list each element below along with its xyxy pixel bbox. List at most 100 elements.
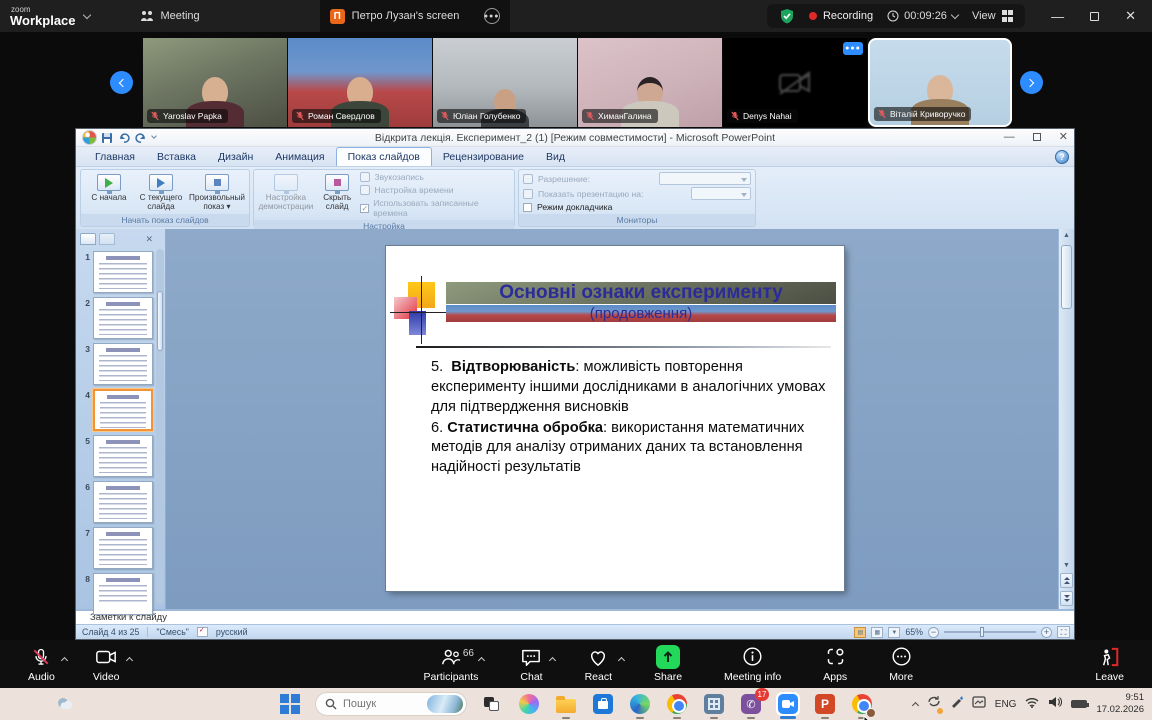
- participant-tile[interactable]: Yaroslav Papka: [143, 38, 287, 127]
- minimize-button[interactable]: —: [1051, 9, 1064, 24]
- wifi-icon[interactable]: [1025, 695, 1039, 713]
- zoom-in-button[interactable]: +: [1041, 627, 1052, 638]
- tab-vid[interactable]: Вид: [535, 148, 576, 166]
- resolution-dropdown[interactable]: [659, 172, 751, 185]
- microsoft-store-button[interactable]: [591, 692, 615, 716]
- start-button[interactable]: [278, 692, 302, 716]
- powerpoint-button[interactable]: P: [813, 692, 837, 716]
- slide-thumbnail[interactable]: 2: [80, 297, 155, 339]
- edge-button[interactable]: [628, 692, 652, 716]
- scrollbar-thumb[interactable]: [1061, 245, 1072, 309]
- participant-tile[interactable]: ХиманГалина: [578, 38, 722, 127]
- apps-button[interactable]: Apps: [817, 646, 853, 683]
- tray-expand-icon[interactable]: [912, 702, 919, 709]
- participants-options-chevron[interactable]: [479, 654, 484, 666]
- setup-show-button[interactable]: Настройка демонстрации: [258, 172, 314, 218]
- react-options-chevron[interactable]: [619, 654, 624, 666]
- zoom-workplace-menu[interactable]: zoom Workplace: [10, 6, 90, 27]
- from-current-slide-button[interactable]: С текущего слайда: [137, 172, 185, 212]
- language-label[interactable]: русский: [216, 627, 248, 637]
- ppt-close-button[interactable]: ✕: [1059, 130, 1068, 143]
- presenter-view-checkbox[interactable]: Режим докладчика: [523, 202, 751, 212]
- tray-clock[interactable]: 9:51 17.02.2026: [1096, 692, 1144, 716]
- hide-slide-button[interactable]: Скрыть слайд: [318, 172, 357, 218]
- copilot-button[interactable]: [517, 692, 541, 716]
- slideshow-view-button[interactable]: ▼: [888, 627, 900, 638]
- participant-tile[interactable]: Віталій Криворучко: [868, 38, 1012, 127]
- rehearse-timings-button[interactable]: Настройка времени: [360, 185, 510, 195]
- zoom-slider-thumb[interactable]: [980, 627, 984, 637]
- participant-tile[interactable]: ●●● Denys Nahai: [723, 38, 867, 127]
- slide-thumbnail[interactable]: 1: [80, 251, 155, 293]
- chat-button[interactable]: Chat: [514, 646, 548, 683]
- strip-next-button[interactable]: [1020, 71, 1043, 94]
- language-indicator[interactable]: ENG: [995, 699, 1017, 710]
- chat-options-chevron[interactable]: [550, 654, 555, 666]
- panel-scrollbar[interactable]: [156, 249, 164, 605]
- slides-tab-icon[interactable]: [80, 233, 96, 245]
- next-slide-button[interactable]: [1060, 591, 1073, 606]
- close-button[interactable]: ✕: [1125, 8, 1136, 24]
- chrome-profile-button[interactable]: [850, 692, 874, 716]
- file-explorer-button[interactable]: [554, 692, 578, 716]
- taskbar-search[interactable]: [315, 692, 467, 716]
- vertical-scrollbar[interactable]: ▲ ▼: [1058, 229, 1074, 609]
- video-button[interactable]: Video: [87, 646, 126, 683]
- meeting-timer[interactable]: 00:09:26: [887, 10, 958, 22]
- panel-close-icon[interactable]: ✕: [145, 234, 153, 245]
- participants-button[interactable]: 66 Participants: [418, 646, 485, 683]
- more-button[interactable]: More: [883, 646, 919, 683]
- tab-animaciya[interactable]: Анимация: [264, 148, 335, 166]
- slide-thumbnail-selected[interactable]: 4: [80, 389, 155, 431]
- participant-tile[interactable]: Роман Свердлов: [288, 38, 432, 127]
- tab-vstavka[interactable]: Вставка: [146, 148, 207, 166]
- pen-input-icon[interactable]: [950, 695, 963, 713]
- tile-more-badge[interactable]: ●●●: [843, 42, 863, 55]
- maximize-button[interactable]: [1090, 12, 1099, 21]
- viber-button[interactable]: ✆17: [739, 692, 763, 716]
- zoom-slider[interactable]: [944, 631, 1036, 633]
- ppt-maximize-button[interactable]: [1033, 133, 1041, 141]
- volume-icon[interactable]: [1048, 695, 1062, 713]
- zoom-level-label[interactable]: 65%: [905, 627, 923, 637]
- battery-icon[interactable]: [1071, 700, 1087, 708]
- sync-icon[interactable]: [927, 695, 941, 713]
- zoom-out-button[interactable]: −: [928, 627, 939, 638]
- share-button[interactable]: Share: [648, 646, 688, 683]
- show-on-dropdown[interactable]: [691, 187, 751, 200]
- tab-options-icon[interactable]: ●●●: [484, 8, 500, 24]
- security-shield-icon[interactable]: [779, 8, 795, 24]
- slide-thumbnail[interactable]: 5: [80, 435, 155, 477]
- audio-button[interactable]: Audio: [22, 646, 61, 683]
- video-options-chevron[interactable]: [127, 654, 132, 666]
- meeting-info-button[interactable]: Meeting info: [718, 646, 787, 683]
- help-button[interactable]: ?: [1055, 150, 1069, 164]
- leave-button[interactable]: Leave: [1089, 646, 1130, 683]
- custom-show-button[interactable]: Произвольный показ ▾: [189, 172, 245, 212]
- shared-screen-tab[interactable]: П Петро Лузан's screen ●●●: [320, 0, 510, 32]
- panel-scrollbar-thumb[interactable]: [157, 291, 163, 351]
- recording-indicator[interactable]: Recording: [809, 10, 873, 22]
- fit-to-window-button[interactable]: ⛶: [1057, 626, 1070, 638]
- record-narration-button[interactable]: Звукозапись: [360, 172, 510, 182]
- task-view-button[interactable]: [480, 692, 504, 716]
- meeting-tab[interactable]: Meeting: [130, 0, 210, 32]
- spellcheck-icon[interactable]: [197, 627, 208, 637]
- notes-pane[interactable]: Заметки к слайду: [76, 609, 1074, 624]
- chrome-button[interactable]: [665, 692, 689, 716]
- tab-dizain[interactable]: Дизайн: [207, 148, 264, 166]
- from-beginning-button[interactable]: С начала: [85, 172, 133, 212]
- slide-thumbnail[interactable]: 8: [80, 573, 155, 615]
- react-button[interactable]: React: [579, 646, 618, 683]
- slide-thumbnail[interactable]: 7: [80, 527, 155, 569]
- tab-pokaz-slaidov[interactable]: Показ слайдов: [336, 147, 432, 166]
- outline-tab-icon[interactable]: [99, 233, 115, 245]
- audio-options-chevron[interactable]: [62, 654, 67, 666]
- search-highlight-image[interactable]: [427, 695, 463, 713]
- previous-slide-button[interactable]: [1060, 573, 1073, 588]
- slide-thumbnail[interactable]: 6: [80, 481, 155, 523]
- snip-icon[interactable]: [972, 695, 986, 713]
- search-input[interactable]: [343, 698, 421, 710]
- participant-tile[interactable]: Юліан Голубенко: [433, 38, 577, 127]
- ppt-minimize-button[interactable]: —: [1004, 131, 1015, 143]
